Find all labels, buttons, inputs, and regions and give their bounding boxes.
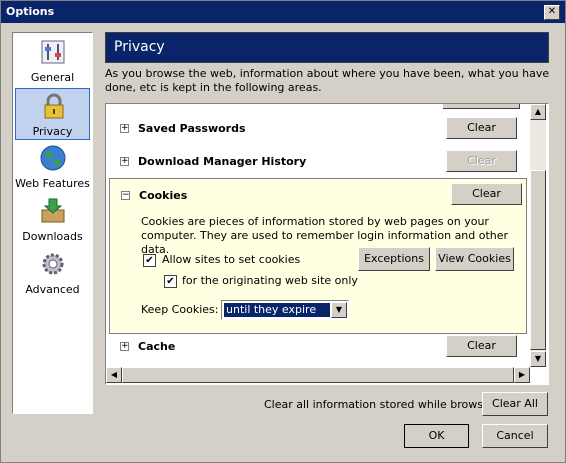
clear-cache-button[interactable]: Clear (446, 335, 517, 357)
section-label: Download Manager History (138, 155, 307, 168)
general-icon (41, 40, 65, 64)
download-box-icon (41, 198, 65, 223)
origin-only-label: for the originating web site only (182, 274, 358, 287)
sidebar-item-advanced[interactable]: Advanced (15, 247, 90, 299)
clear-passwords-button[interactable]: Clear (446, 117, 517, 139)
clear-download-history-button[interactable]: Clear (446, 150, 517, 172)
list-item-saved-passwords: + Saved Passwords Clear (106, 114, 530, 144)
sidebar-item-label: Web Features (15, 177, 90, 190)
ok-button[interactable]: OK (404, 424, 469, 448)
chevron-down-icon[interactable]: ▼ (331, 302, 347, 318)
horizontal-scroll-thumb[interactable] (122, 367, 514, 383)
partial-button (443, 104, 520, 109)
panel-title: Privacy (114, 39, 165, 55)
title-bar[interactable]: Options ✕ (1, 1, 565, 23)
clear-all-label: Clear all information stored while brows… (264, 398, 504, 411)
scroll-down-button[interactable]: ▼ (530, 351, 546, 367)
exceptions-button[interactable]: Exceptions (358, 247, 430, 271)
lock-icon (44, 93, 64, 119)
cookies-section: − Cookies Clear Cookies are pieces of in… (109, 178, 527, 334)
sidebar-item-label: Privacy (32, 125, 73, 138)
vertical-scroll-thumb[interactable] (530, 170, 546, 350)
keep-cookies-label: Keep Cookies: (141, 303, 219, 316)
sidebar-item-label: Downloads (22, 230, 83, 243)
horizontal-scrollbar[interactable]: ◀ ▶ (106, 367, 530, 383)
allow-cookies-checkbox[interactable]: ✔ (143, 254, 156, 267)
options-window: Options ✕ General Privacy Web Features D… (0, 0, 566, 463)
panel-intro: As you browse the web, information about… (105, 67, 550, 94)
sidebar-item-label: General (30, 71, 75, 84)
expand-icon[interactable]: + (120, 342, 129, 351)
sidebar-item-downloads[interactable]: Downloads (15, 194, 90, 246)
sidebar-item-web-features[interactable]: Web Features (15, 141, 90, 193)
scroll-right-button[interactable]: ▶ (514, 367, 530, 383)
clear-all-button[interactable]: Clear All (482, 392, 548, 416)
category-sidebar: General Privacy Web Features Downloads A… (12, 32, 93, 414)
vertical-scrollbar[interactable]: ▲ ▼ (530, 104, 546, 367)
section-label: Cache (138, 340, 176, 353)
privacy-items-list: + Saved Passwords Clear + Download Manag… (105, 103, 549, 385)
panel-header: Privacy (105, 32, 549, 63)
sidebar-item-privacy[interactable]: Privacy (15, 88, 90, 140)
expand-icon[interactable]: + (120, 124, 129, 133)
expand-icon[interactable]: + (120, 157, 129, 166)
button-label: Clear (467, 154, 496, 167)
list-item-cache: + Cache Clear (106, 332, 530, 362)
globe-icon (40, 145, 66, 171)
keep-cookies-select[interactable]: until they expire ▼ (221, 300, 349, 320)
cancel-button[interactable]: Cancel (482, 424, 548, 448)
close-button[interactable]: ✕ (544, 5, 560, 20)
scroll-up-button[interactable]: ▲ (530, 104, 546, 120)
sidebar-item-label: Advanced (25, 283, 80, 296)
window-title: Options (6, 5, 55, 18)
allow-cookies-label: Allow sites to set cookies (162, 253, 301, 266)
list-item-download-history: + Download Manager History Clear (106, 147, 530, 177)
keep-cookies-value: until they expire (224, 303, 330, 317)
gear-icon (42, 253, 64, 275)
origin-only-checkbox[interactable]: ✔ (164, 275, 177, 288)
sidebar-item-general[interactable]: General (15, 35, 90, 87)
section-label: Saved Passwords (138, 122, 246, 135)
collapse-icon[interactable]: − (121, 191, 130, 200)
scroll-left-button[interactable]: ◀ (106, 367, 122, 383)
clear-cookies-button[interactable]: Clear (451, 183, 522, 205)
view-cookies-button[interactable]: View Cookies (435, 247, 514, 271)
section-label: Cookies (139, 189, 188, 202)
